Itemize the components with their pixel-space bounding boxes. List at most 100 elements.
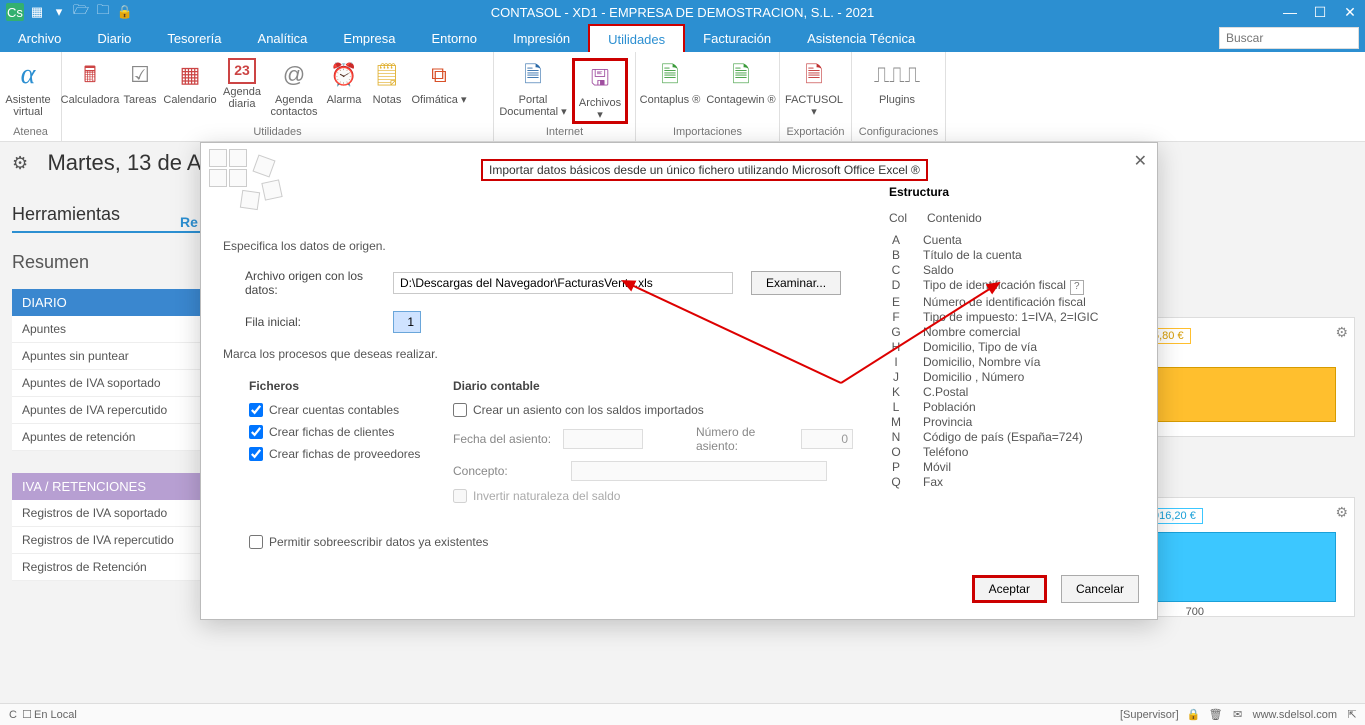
ribbon-asistente[interactable]: αAsistente virtual bbox=[0, 58, 56, 118]
section-diario-header: DIARIO bbox=[12, 289, 212, 316]
menu-bar: Archivo Diario Tesorería Analítica Empre… bbox=[0, 24, 1365, 52]
list-item[interactable]: Registros de Retención bbox=[12, 554, 212, 581]
estructura-heading: Estructura bbox=[889, 185, 1129, 199]
page-date: Martes, 13 de Ab bbox=[47, 150, 213, 175]
ribbon-archivos[interactable]: 🖫Archivos ▾ bbox=[572, 58, 628, 124]
resumen-heading: Resumen bbox=[12, 252, 212, 273]
ribbon-notas[interactable]: 🗒Notas bbox=[366, 58, 408, 106]
ribbon-calculadora[interactable]: 🖩Calculadora bbox=[62, 58, 118, 106]
qat-folder-open-icon[interactable]: 🗁 bbox=[72, 3, 90, 21]
ribbon-contaplus[interactable]: 🗎Contaplus ® bbox=[636, 58, 704, 106]
minimize-button[interactable]: — bbox=[1275, 0, 1305, 24]
estructura-row: OTeléfono bbox=[889, 445, 1129, 460]
ribbon-ofimatica[interactable]: ⧉Ofimática ▾ bbox=[408, 58, 470, 106]
estructura-row: KC.Postal bbox=[889, 385, 1129, 400]
qat-folder-icon[interactable]: 🗀 bbox=[94, 3, 112, 21]
ribbon-agenda-contactos[interactable]: @Agenda contactos bbox=[266, 58, 322, 118]
lock-icon[interactable]: 🔒 bbox=[1187, 708, 1201, 721]
estructura-row: QFax bbox=[889, 475, 1129, 490]
chk-cuentas[interactable]: Crear cuentas contables bbox=[249, 403, 453, 417]
window-title: CONTASOL - XD1 - EMPRESA DE DEMOSTRACION… bbox=[491, 5, 875, 20]
status-site[interactable]: www.sdelsol.com bbox=[1253, 709, 1337, 721]
estructura-row: IDomicilio, Nombre vía bbox=[889, 355, 1129, 370]
estructura-row: ACuenta bbox=[889, 233, 1129, 248]
estructura-row: JDomicilio , Número bbox=[889, 370, 1129, 385]
menu-archivo[interactable]: Archivo bbox=[0, 24, 79, 52]
chk-overwrite[interactable]: Permitir sobreescribir datos ya existent… bbox=[223, 535, 1137, 549]
row-input[interactable] bbox=[393, 311, 421, 333]
external-icon[interactable]: ⇱ bbox=[1345, 708, 1359, 721]
close-button[interactable]: ✕ bbox=[1335, 0, 1365, 24]
estructura-row: NCódigo de país (España=724) bbox=[889, 430, 1129, 445]
ribbon-group-utilidades: Utilidades bbox=[62, 126, 493, 141]
mail-icon[interactable]: ✉ bbox=[1231, 708, 1245, 721]
list-item[interactable]: Apuntes de retención bbox=[12, 424, 212, 451]
menu-diario[interactable]: Diario bbox=[79, 24, 149, 52]
chk-asiento[interactable]: Crear un asiento con los saldos importad… bbox=[453, 403, 853, 417]
ribbon-agenda-diaria[interactable]: 23Agenda diaria bbox=[218, 58, 266, 110]
menu-tesoreria[interactable]: Tesorería bbox=[149, 24, 239, 52]
trash-icon[interactable]: 🗑 bbox=[1209, 708, 1223, 721]
dialog-title: Importar datos básicos desde un único fi… bbox=[481, 159, 928, 181]
menu-empresa[interactable]: Empresa bbox=[325, 24, 413, 52]
num-label: Número de asiento: bbox=[696, 425, 793, 453]
num-input bbox=[801, 429, 853, 449]
menu-facturacion[interactable]: Facturación bbox=[685, 24, 789, 52]
import-dialog: Importar datos básicos desde un único fi… bbox=[200, 142, 1158, 620]
ribbon-group-importaciones: Importaciones bbox=[636, 126, 779, 141]
gear-icon[interactable]: ⚙ bbox=[1335, 324, 1348, 341]
app-icon: Cs bbox=[6, 3, 24, 21]
ribbon-factusol[interactable]: 🗎FACTUSOL ▾ bbox=[780, 58, 848, 118]
title-bar: Cs ▦ ▾ 🗁 🗀 🔒 CONTASOL - XD1 - EMPRESA DE… bbox=[0, 0, 1365, 24]
list-item[interactable]: Apuntes sin puntear bbox=[12, 343, 212, 370]
estructura-row: CSaldo bbox=[889, 263, 1129, 278]
list-item[interactable]: Apuntes de IVA repercutido bbox=[12, 397, 212, 424]
list-item[interactable]: Registros de IVA repercutido bbox=[12, 527, 212, 554]
cancel-button[interactable]: Cancelar bbox=[1061, 575, 1139, 603]
menu-entorno[interactable]: Entorno bbox=[413, 24, 495, 52]
menu-impresion[interactable]: Impresión bbox=[495, 24, 588, 52]
estructura-row: ENúmero de identificación fiscal bbox=[889, 295, 1129, 310]
ribbon-plugins[interactable]: ⎍⎍⎍Plugins bbox=[852, 58, 942, 106]
ribbon-contagewin[interactable]: 🗎Contagewin ® bbox=[704, 58, 778, 106]
list-item[interactable]: Registros de IVA soportado bbox=[12, 500, 212, 527]
chart-x-label: 700 bbox=[1186, 606, 1204, 618]
ribbon-group-atenea: Atenea bbox=[0, 126, 61, 141]
ribbon-calendario[interactable]: ▦Calendario bbox=[162, 58, 218, 106]
ribbon-portal-documental[interactable]: 🗎Portal Documental ▾ bbox=[494, 58, 572, 118]
maximize-button[interactable]: ☐ bbox=[1305, 0, 1335, 24]
contenido-header: Contenido bbox=[927, 211, 982, 225]
menu-asistencia[interactable]: Asistencia Técnica bbox=[789, 24, 933, 52]
ribbon-group-internet: Internet bbox=[494, 126, 635, 141]
list-item[interactable]: Apuntes de IVA soportado bbox=[12, 370, 212, 397]
status-supervisor: [Supervisor] bbox=[1120, 709, 1179, 721]
ribbon-tareas[interactable]: ☑Tareas bbox=[118, 58, 162, 106]
origin-input[interactable] bbox=[393, 272, 733, 294]
status-icon: ☐ bbox=[20, 708, 34, 721]
list-item[interactable]: Apuntes bbox=[12, 316, 212, 343]
chk-clientes[interactable]: Crear fichas de clientes bbox=[249, 425, 453, 439]
row-label: Fila inicial: bbox=[223, 315, 393, 329]
conc-label: Concepto: bbox=[453, 464, 563, 478]
estructura-row: GNombre comercial bbox=[889, 325, 1129, 340]
status-bar: C ☐ En Local [Supervisor] 🔒 🗑 ✉ www.sdel… bbox=[0, 703, 1365, 725]
dialog-close-icon[interactable]: ✕ bbox=[1134, 151, 1147, 171]
accept-button[interactable]: Aceptar bbox=[972, 575, 1047, 603]
gear-icon[interactable]: ⚙ bbox=[12, 153, 28, 174]
estructura-row: DTipo de identificación fiscal? bbox=[889, 278, 1129, 295]
ribbon-alarma[interactable]: ⏰Alarma bbox=[322, 58, 366, 106]
chk-proveedores[interactable]: Crear fichas de proveedores bbox=[249, 447, 453, 461]
ribbon-group-config: Configuraciones bbox=[852, 126, 945, 141]
search-input[interactable] bbox=[1219, 27, 1359, 49]
qat-icon[interactable]: ▦ bbox=[28, 3, 46, 21]
browse-button[interactable]: Examinar... bbox=[751, 271, 841, 295]
menu-utilidades[interactable]: Utilidades bbox=[588, 24, 685, 52]
gear-icon[interactable]: ⚙ bbox=[1335, 504, 1348, 521]
fecha-label: Fecha del asiento: bbox=[453, 432, 555, 446]
menu-analitica[interactable]: Analítica bbox=[240, 24, 326, 52]
status-local: En Local bbox=[34, 709, 77, 721]
qat-icon[interactable]: ▾ bbox=[50, 3, 68, 21]
decorative-shapes bbox=[207, 147, 293, 207]
tab-recientes[interactable]: Re bbox=[180, 214, 198, 230]
qat-lock-icon[interactable]: 🔒 bbox=[116, 3, 134, 21]
